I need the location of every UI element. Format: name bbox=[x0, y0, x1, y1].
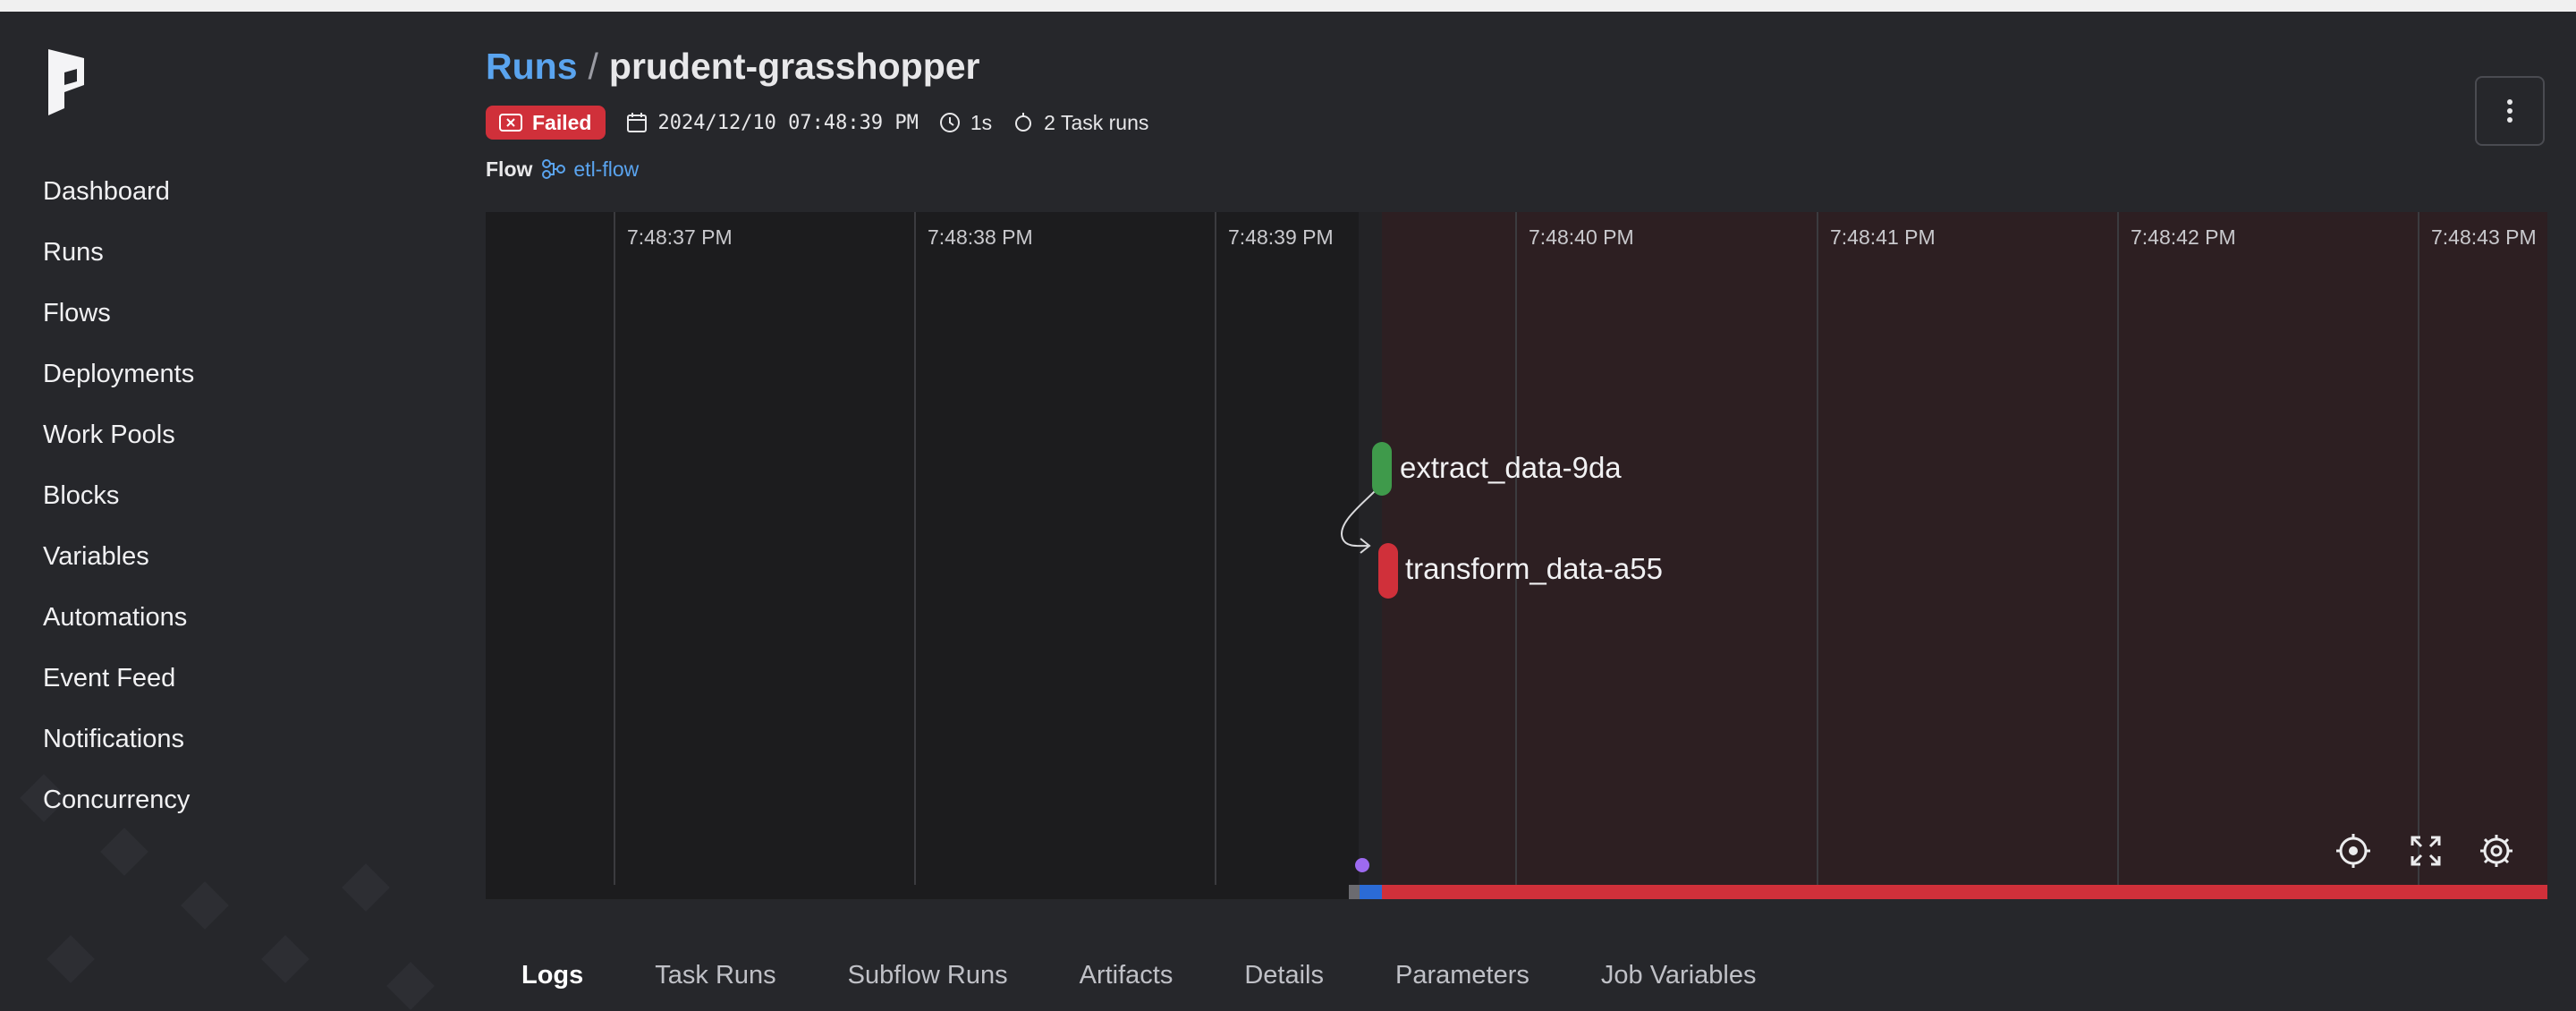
sidebar-item-event-feed[interactable]: Event Feed bbox=[43, 662, 175, 694]
grid-line bbox=[1215, 212, 1216, 885]
tab-job-variables[interactable]: Job Variables bbox=[1601, 961, 1757, 990]
time-tick-label: 7:48:42 PM bbox=[2131, 225, 2236, 249]
decorative-diamond bbox=[47, 935, 95, 983]
sidebar-item-variables[interactable]: Variables bbox=[43, 540, 149, 573]
recenter-button[interactable] bbox=[2332, 829, 2375, 872]
duration-value: 1s bbox=[970, 110, 993, 134]
decorative-diamond bbox=[181, 881, 229, 930]
x-square-icon bbox=[499, 114, 522, 132]
event-marker[interactable] bbox=[1355, 858, 1369, 872]
expand-icon bbox=[2411, 836, 2441, 866]
task-runs-value: 2 Task runs bbox=[1044, 110, 1149, 134]
page-title: Runs / prudent-grasshopper bbox=[486, 43, 980, 89]
sidebar-item-blocks[interactable]: Blocks bbox=[43, 480, 119, 512]
state-label: Failed bbox=[532, 110, 592, 134]
task-runs-count: 2 Task runs bbox=[1012, 111, 1148, 135]
sidebar-item-dashboard[interactable]: Dashboard bbox=[43, 175, 170, 208]
flow-label: Flow bbox=[486, 157, 533, 181]
time-tick-label: 7:48:37 PM bbox=[627, 225, 733, 249]
sidebar-item-deployments[interactable]: Deployments bbox=[43, 358, 194, 390]
tab-artifacts[interactable]: Artifacts bbox=[1080, 961, 1174, 990]
decorative-diamond bbox=[261, 935, 309, 983]
start-time: 2024/12/10 07:48:39 PM bbox=[625, 111, 919, 134]
state-badge: Failed bbox=[486, 106, 606, 140]
state-bar-running bbox=[1360, 885, 1382, 899]
task-node-label[interactable]: transform_data-a55 bbox=[1405, 552, 1663, 586]
start-time-value: 2024/12/10 07:48:39 PM bbox=[657, 111, 919, 134]
browser-top-strip bbox=[0, 0, 2576, 12]
kebab-menu-icon bbox=[2507, 99, 2512, 123]
graph-settings-button[interactable] bbox=[2475, 829, 2518, 872]
sidebar-item-notifications[interactable]: Notifications bbox=[43, 723, 184, 755]
sidebar: Dashboard Runs Flows Deployments Work Po… bbox=[0, 12, 465, 1011]
sidebar-item-runs[interactable]: Runs bbox=[43, 236, 104, 268]
flow-link[interactable]: etl-flow bbox=[541, 157, 639, 182]
sidebar-item-flows[interactable]: Flows bbox=[43, 297, 111, 329]
grid-line bbox=[1515, 212, 1517, 885]
decorative-diamond bbox=[100, 828, 148, 876]
task-run-icon bbox=[1015, 113, 1032, 132]
task-node-extract[interactable] bbox=[1372, 442, 1392, 496]
run-timeline-graph[interactable]: 7:48:37 PM 7:48:38 PM 7:48:39 PM 7:48:40… bbox=[486, 212, 2547, 899]
tab-details[interactable]: Details bbox=[1244, 961, 1324, 990]
breadcrumb-runs-link[interactable]: Runs bbox=[486, 46, 578, 87]
calendar-icon bbox=[627, 113, 648, 132]
run-tabs: Logs Task Runs Subflow Runs Artifacts De… bbox=[486, 948, 1827, 1002]
grid-line bbox=[614, 212, 615, 885]
sidebar-item-concurrency[interactable]: Concurrency bbox=[43, 784, 190, 816]
task-node-label[interactable]: extract_data-9da bbox=[1400, 451, 1622, 485]
flow-icon bbox=[542, 159, 566, 179]
sidebar-item-work-pools[interactable]: Work Pools bbox=[43, 419, 175, 451]
duration: 1s bbox=[938, 111, 992, 135]
clock-icon bbox=[939, 113, 960, 132]
crosshair-icon bbox=[2336, 834, 2370, 868]
more-actions-button[interactable] bbox=[2475, 76, 2545, 146]
run-name: prudent-grasshopper bbox=[608, 46, 980, 87]
time-tick-label: 7:48:43 PM bbox=[2431, 225, 2537, 249]
time-tick-label: 7:48:40 PM bbox=[1529, 225, 1634, 249]
state-bar-failed bbox=[1382, 885, 2547, 899]
grid-line bbox=[914, 212, 916, 885]
tab-task-runs[interactable]: Task Runs bbox=[655, 961, 775, 990]
task-node-transform[interactable] bbox=[1378, 543, 1398, 599]
time-tick-label: 7:48:39 PM bbox=[1228, 225, 1334, 249]
grid-line bbox=[1817, 212, 1818, 885]
grid-line bbox=[2418, 212, 2419, 885]
flow-row: Flow etl-flow bbox=[486, 154, 639, 184]
sidebar-item-automations[interactable]: Automations bbox=[43, 601, 187, 633]
time-tick-label: 7:48:38 PM bbox=[928, 225, 1033, 249]
run-meta-row: Failed 2024/12/10 07:48:39 PM 1s 2 Task … bbox=[486, 105, 1168, 140]
decorative-diamond bbox=[386, 962, 435, 1010]
state-bar-pending bbox=[1349, 885, 1360, 899]
fullscreen-button[interactable] bbox=[2404, 829, 2447, 872]
gear-icon bbox=[2480, 835, 2512, 867]
prefect-logo-icon[interactable] bbox=[41, 46, 89, 119]
grid-line bbox=[2117, 212, 2119, 885]
tab-parameters[interactable]: Parameters bbox=[1395, 961, 1530, 990]
decorative-diamond bbox=[342, 863, 390, 912]
flow-name: etl-flow bbox=[573, 157, 640, 181]
breadcrumb-separator: / bbox=[588, 46, 598, 87]
time-tick-label: 7:48:41 PM bbox=[1830, 225, 1936, 249]
tab-subflow-runs[interactable]: Subflow Runs bbox=[848, 961, 1008, 990]
tab-logs[interactable]: Logs bbox=[521, 961, 583, 990]
